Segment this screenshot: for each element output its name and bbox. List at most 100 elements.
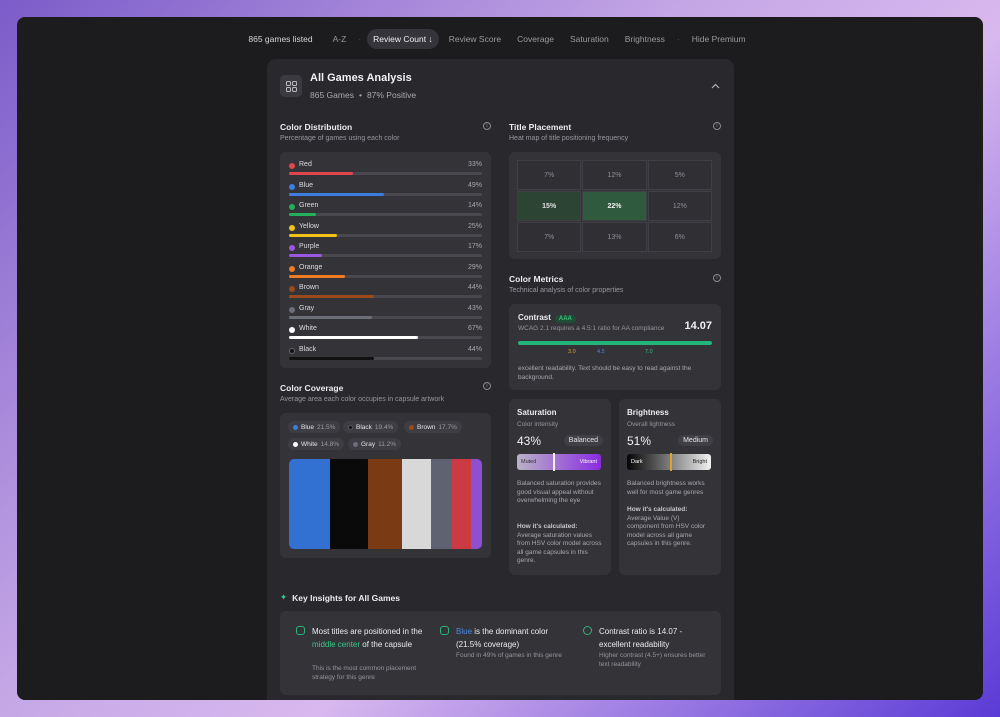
color-percent: 44%	[467, 345, 482, 353]
coverage-chip-black: Black 19.4%	[343, 421, 399, 433]
distribution-row-white: White 67%	[289, 325, 482, 345]
brightness-tag: Medium	[678, 435, 713, 446]
distribution-track	[289, 254, 482, 257]
heatmap-cell-top-left: 7%	[517, 160, 582, 190]
distribution-track	[289, 295, 482, 298]
clipboard-icon	[296, 626, 305, 635]
distribution-row-black: Black 44%	[289, 346, 482, 366]
panel-header: All Games Analysis 865 Games • 87% Positiv…	[280, 72, 416, 100]
distribution-track	[289, 213, 482, 216]
distribution-bar	[289, 356, 374, 360]
color-name: Blue	[299, 181, 314, 189]
sort-toolbar: 865 games listed A-Z · Review Count ↓ Re…	[17, 29, 983, 49]
color-metrics-subtitle: Technical analysis of color properties	[509, 287, 624, 294]
color-percent: 17%	[467, 243, 482, 250]
brightness-marker	[669, 453, 672, 471]
heatmap-cell-top-center: 12%	[582, 160, 647, 190]
distribution-track	[289, 336, 482, 339]
color-distribution-title: Color Distribution	[280, 122, 353, 132]
sort-a-z[interactable]: A-Z	[327, 29, 353, 49]
dark-label: Dark	[631, 459, 643, 465]
color-coverage-card: Blue 21.5% Black 19.4% Brown 17.7% White 14.…	[280, 413, 491, 558]
color-name: Purple	[299, 243, 320, 250]
saturation-title: Saturation	[517, 408, 557, 417]
color-metrics-title: Color Metrics	[509, 274, 564, 284]
color-swatch	[289, 204, 295, 210]
coverage-segment-gray	[430, 459, 453, 549]
sort-review-score[interactable]: Review Score	[443, 29, 507, 49]
muted-label: Muted	[521, 459, 537, 465]
color-percent: 14%	[467, 202, 482, 209]
toolbar-divider: ·	[676, 34, 680, 44]
distribution-row-purple: Purple 17%	[289, 243, 482, 263]
coverage-chip-gray: Gray 11.2%	[348, 438, 402, 450]
info-icon[interactable]: i	[713, 274, 721, 282]
saturation-gradient: Muted Vibrant	[517, 453, 601, 471]
color-name: Red	[299, 161, 312, 168]
contrast-bar	[518, 341, 712, 345]
color-coverage-title: Color Coverage	[280, 383, 344, 393]
insights-title: Key Insights for All Games	[292, 592, 400, 603]
color-percent: 33%	[467, 161, 482, 168]
sparkle-icon: ✦	[280, 592, 288, 602]
distribution-bar	[289, 172, 353, 175]
brightness-gradient: Dark Bright	[627, 453, 711, 471]
distribution-row-gray: Gray 43%	[289, 305, 482, 325]
hide-premium-toggle[interactable]: Hide Premium	[686, 29, 752, 49]
color-percent: 49%	[467, 181, 482, 189]
contrast-value: 14.07	[684, 320, 712, 332]
distribution-row-brown: Brown 44%	[289, 284, 482, 304]
sort-saturation[interactable]: Saturation	[564, 29, 615, 49]
distribution-bar	[289, 274, 345, 278]
coverage-segment-black	[330, 459, 368, 549]
contrast-note: excellent readability. Text should be ea…	[518, 365, 692, 381]
sort-coverage[interactable]: Coverage	[511, 29, 560, 49]
coverage-chip-blue: Blue 21.5%	[288, 421, 341, 433]
info-icon[interactable]: i	[483, 382, 491, 390]
chevron-up-icon[interactable]	[711, 81, 720, 91]
heatmap-cell-middle-right: 12%	[647, 191, 712, 221]
coverage-segment-blue	[289, 459, 331, 549]
distribution-track	[289, 356, 482, 360]
info-icon[interactable]: i	[713, 122, 721, 130]
positive-rate: 87% Positive	[366, 90, 417, 100]
contrast-card: Contrast AAA WCAG 2.1 requires a 4.5:1 ra…	[509, 304, 721, 390]
title-placement-card: 7% 12% 5% 15% 22% 12% 7% 13% 6%	[509, 152, 721, 259]
tick-aaa: 7.0	[645, 349, 653, 355]
heatmap-cell-middle-center: 22%	[582, 191, 647, 221]
aaa-badge: AAA	[554, 315, 576, 323]
app-window: 865 games listed A-Z · Review Count ↓ Re…	[17, 17, 983, 700]
color-swatch	[289, 306, 295, 313]
color-name: Green	[299, 202, 319, 209]
heatmap-cell-bottom-right: 6%	[647, 222, 712, 252]
brightness-value: 51%	[627, 434, 652, 448]
sort-brightness[interactable]: Brightness	[619, 29, 671, 49]
coverage-chip-white: White 14.8%	[288, 438, 345, 450]
color-percent: 67%	[467, 325, 482, 332]
color-percent: 44%	[467, 284, 482, 291]
color-name: Yellow	[299, 222, 319, 230]
saturation-how: How it's calculated: Average saturation v…	[517, 523, 602, 564]
coverage-segment-brown	[367, 459, 403, 549]
color-swatch	[289, 245, 295, 251]
sort-review-count[interactable]: Review Count ↓	[367, 29, 439, 49]
shield-icon	[583, 626, 592, 635]
distribution-bar	[289, 315, 372, 319]
color-name: Orange	[299, 263, 323, 271]
panel-title: All Games Analysis	[310, 72, 412, 84]
color-distribution-card: Red 33% Blue 49% Green 14% Yellow 25% Purple 17% O…	[280, 152, 491, 368]
brightness-desc: Balanced brightness works well for most …	[627, 480, 705, 496]
saturation-value: 43%	[517, 434, 542, 448]
color-distribution-subtitle: Percentage of games using each color	[280, 135, 400, 142]
brightness-how: How it's calculated: Average Value (V) co…	[627, 506, 706, 547]
info-icon[interactable]: i	[483, 122, 491, 130]
color-name: White	[299, 325, 317, 332]
tick-aa-large: 3.0	[568, 349, 576, 355]
saturation-subtitle: Color intensity	[517, 421, 559, 428]
color-swatch	[289, 163, 295, 169]
insight-dominant-sub: Found in 49% of games in this genre	[456, 652, 562, 659]
color-percent: 43%	[467, 304, 482, 312]
coverage-segment-purple	[470, 459, 482, 549]
color-coverage-subtitle: Average area each color occupies in caps…	[280, 396, 445, 403]
insights-header: ✦ Key Insights for All Games	[280, 592, 400, 603]
